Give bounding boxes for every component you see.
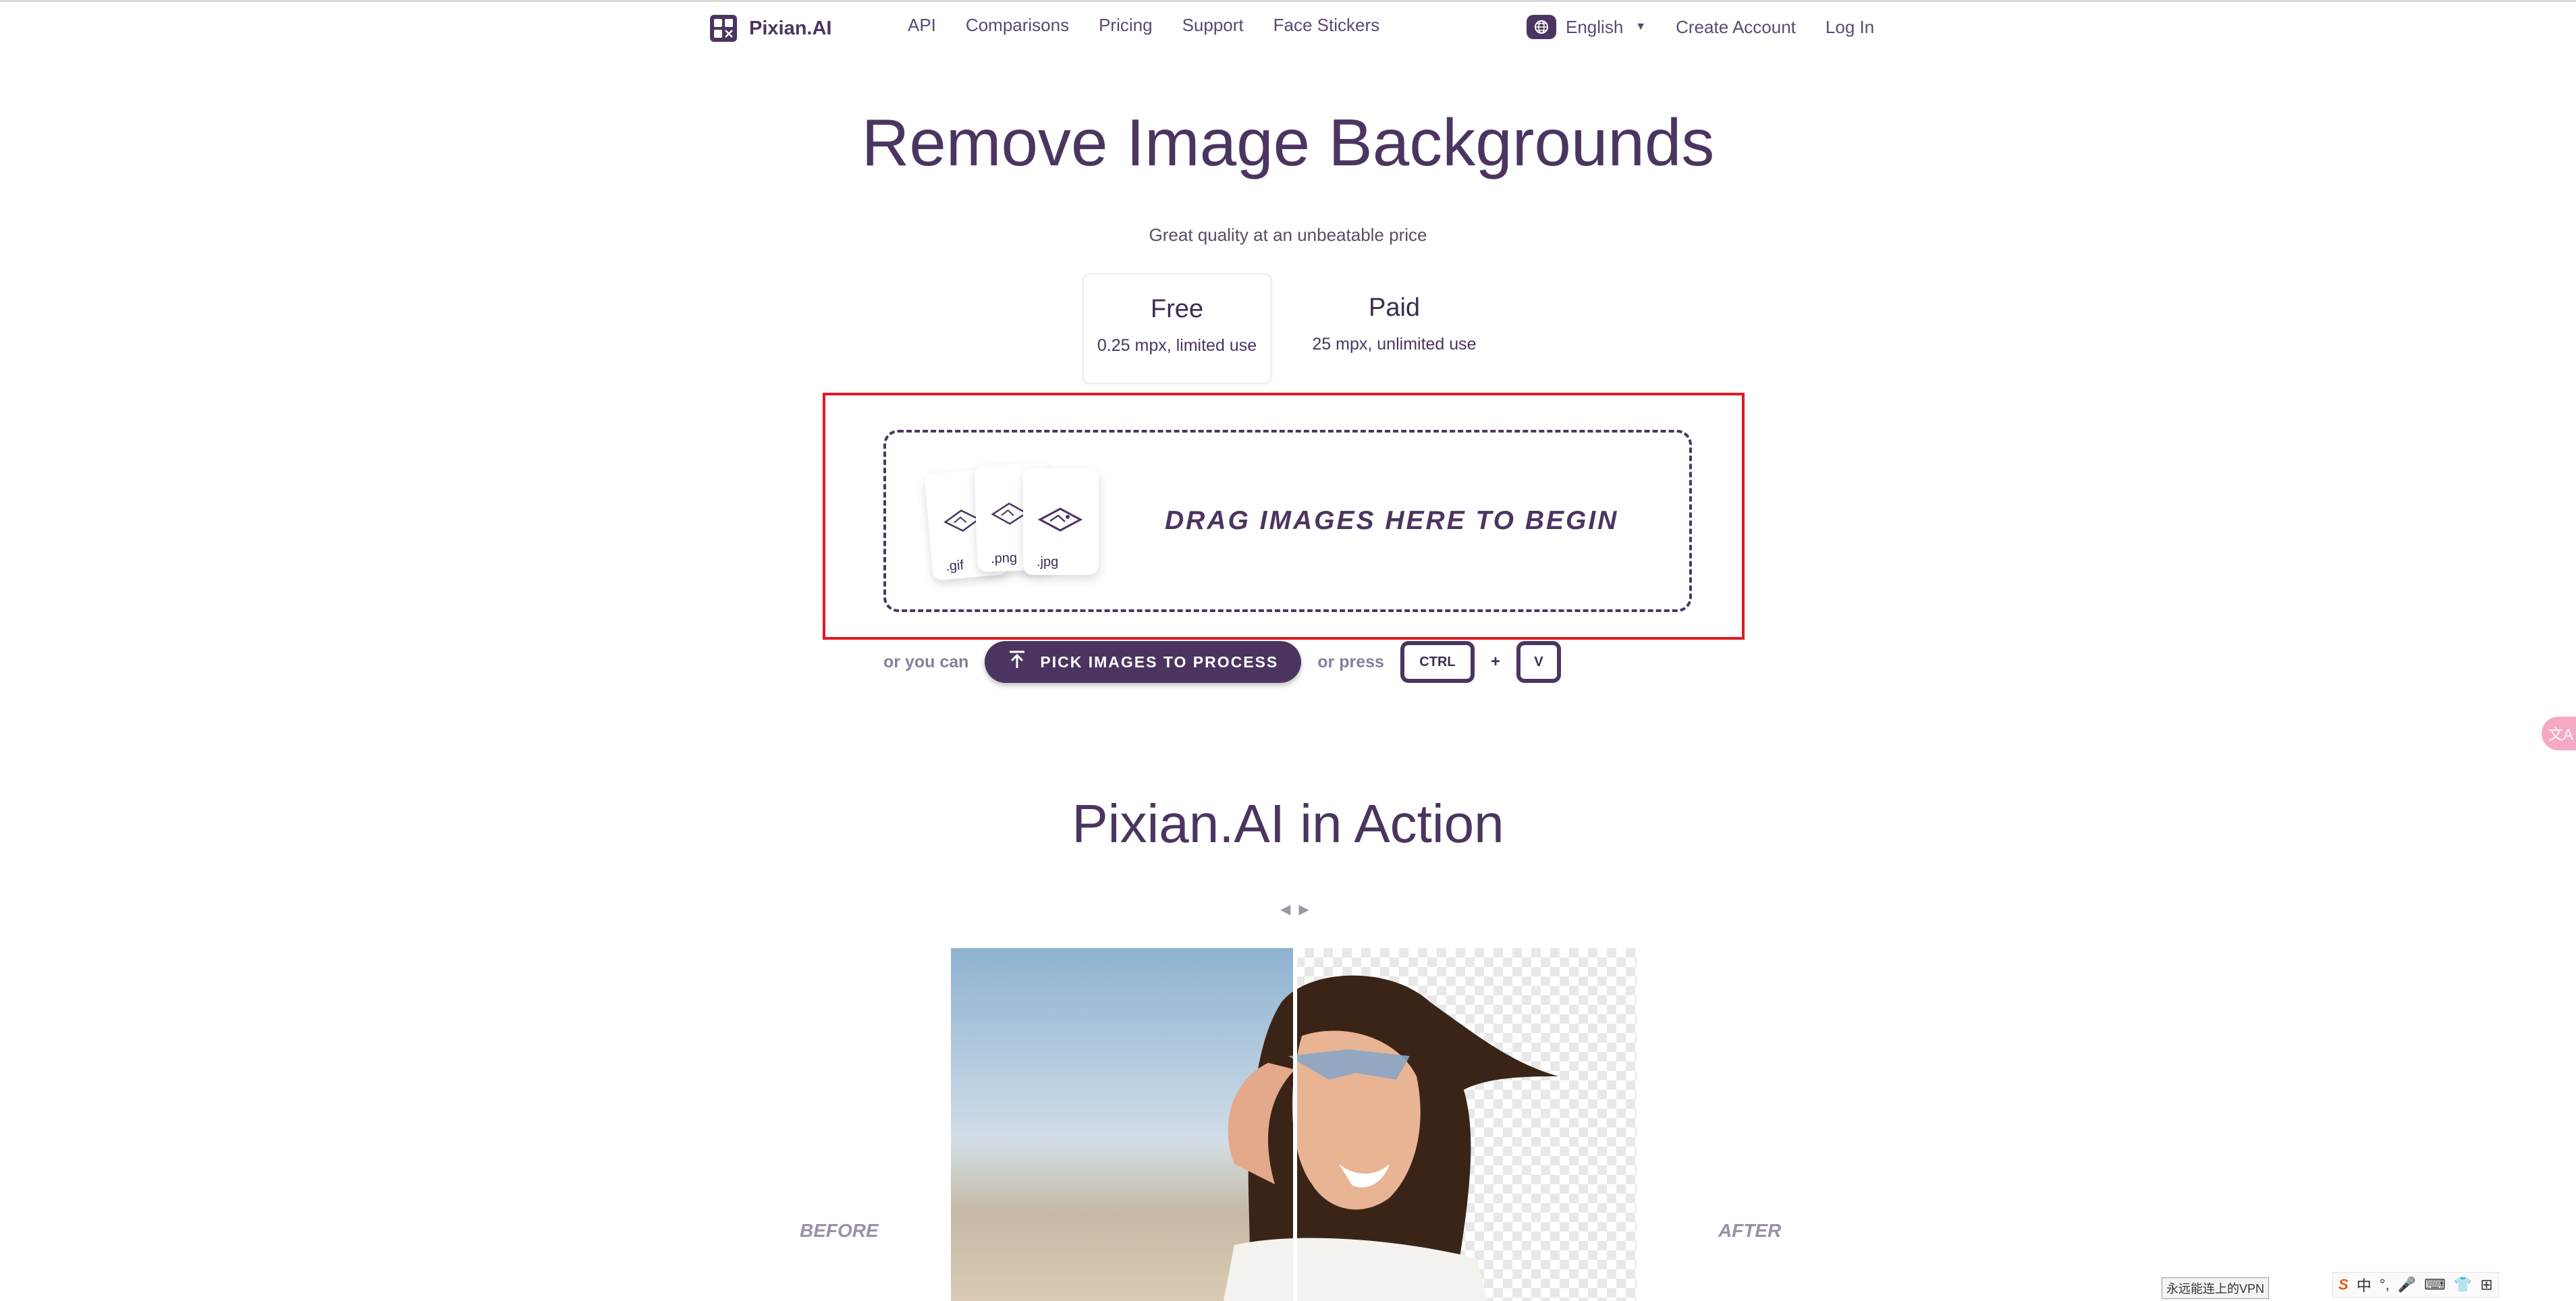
globe-icon (1527, 15, 1556, 39)
or-press-text: or press (1317, 652, 1384, 671)
translate-widget-icon[interactable]: 文A (2542, 717, 2576, 750)
after-label: AFTER (1718, 1220, 1782, 1241)
punctuation-icon[interactable]: °, (2380, 1276, 2390, 1294)
nav-link-pricing[interactable]: Pricing (1099, 15, 1152, 36)
nav-link-support[interactable]: Support (1182, 15, 1244, 36)
slider-arrows-icon[interactable]: ◀▶ (1280, 901, 1317, 918)
page-title: Remove Image Backgrounds (861, 105, 1715, 179)
microphone-icon[interactable]: 🎤 (2398, 1276, 2416, 1294)
png-label: .png (990, 550, 1018, 567)
upload-icon (1008, 650, 1026, 674)
logo-icon (710, 15, 737, 42)
nav-right: English ▼ Create Account Log In (1527, 15, 1874, 39)
top-nav: Pixian.AI API Comparisons Pricing Suppor… (0, 0, 2576, 58)
plus-sign: + (1490, 653, 1500, 671)
v-key: V (1516, 641, 1561, 683)
nav-links: API Comparisons Pricing Support Face Sti… (908, 15, 1379, 36)
nav-link-comparisons[interactable]: Comparisons (966, 15, 1069, 36)
brand-name: Pixian.AI (749, 17, 832, 39)
skin-icon[interactable]: 👕 (2454, 1276, 2472, 1294)
ime-toolbar: S 中 °, 🎤 ⌨ 👕 ⊞ (2332, 1272, 2499, 1298)
apps-grid-icon[interactable]: ⊞ (2480, 1276, 2492, 1294)
ime-chinese-mode[interactable]: 中 (2357, 1274, 2372, 1296)
nav-link-face-stickers[interactable]: Face Stickers (1273, 15, 1380, 36)
brand-logo[interactable]: Pixian.AI (710, 15, 832, 42)
file-types-illustration: .gif .png .jpg (924, 463, 1118, 584)
drop-zone-text: DRAG IMAGES HERE TO BEGIN (1165, 506, 1619, 535)
jpg-label: .jpg (1037, 555, 1059, 570)
log-in-link[interactable]: Log In (1826, 17, 1874, 38)
slider-divider[interactable] (1293, 948, 1297, 1301)
page-subtitle: Great quality at an unbeatable price (1149, 225, 1427, 245)
ctrl-key: CTRL (1400, 641, 1475, 683)
before-label: BEFORE (800, 1220, 879, 1241)
tier-free-desc: 0.25 mpx, limited use (1097, 336, 1257, 355)
vpn-label: 永远能连上的VPN (2162, 1277, 2270, 1299)
create-account-link[interactable]: Create Account (1676, 17, 1796, 38)
tier-paid-tab[interactable]: Paid 25 mpx, unlimited use (1300, 273, 1489, 384)
tier-paid-name: Paid (1368, 294, 1421, 322)
sogou-icon[interactable]: S (2338, 1276, 2349, 1294)
tier-free-tab[interactable]: Free 0.25 mpx, limited use (1083, 273, 1271, 384)
pick-images-button[interactable]: PICK IMAGES TO PROCESS (985, 641, 1302, 683)
section-heading: Pixian.AI in Action (1072, 794, 1504, 854)
nav-link-api[interactable]: API (908, 15, 936, 36)
action-row: or you can PICK IMAGES TO PROCESS or pre… (883, 640, 1561, 684)
before-after-slider[interactable] (951, 948, 1637, 1301)
chevron-down-icon: ▼ (1635, 21, 1647, 32)
gif-label: .gif (945, 557, 964, 574)
portrait-image (1223, 975, 1558, 1301)
or-you-can-text: or you can (883, 652, 969, 671)
pick-images-label: PICK IMAGES TO PROCESS (1040, 653, 1279, 671)
tier-paid-desc: 25 mpx, unlimited use (1312, 335, 1477, 354)
keyboard-icon[interactable]: ⌨ (2424, 1276, 2446, 1294)
jpg-file-icon: .jpg (1023, 468, 1099, 575)
language-label: English (1566, 16, 1624, 37)
tier-free-name: Free (1150, 295, 1204, 323)
language-selector[interactable]: English ▼ (1527, 15, 1646, 39)
